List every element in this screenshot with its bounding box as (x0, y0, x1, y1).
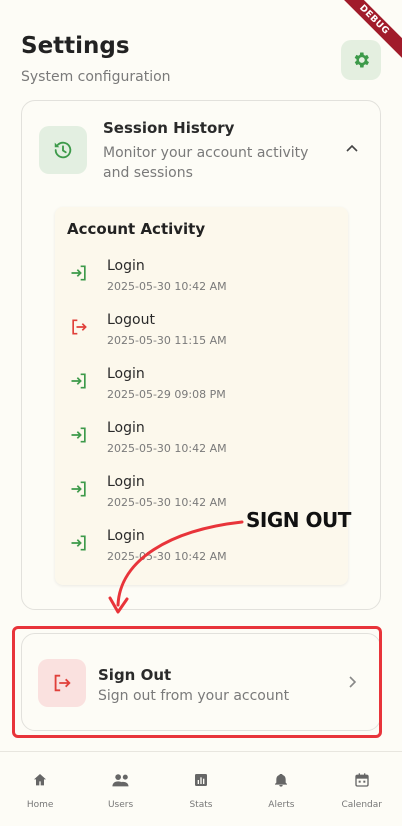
session-history-icon-box (39, 126, 87, 174)
activity-label: Login (107, 420, 145, 436)
stats-icon (166, 772, 236, 790)
session-history-title: Session History (103, 119, 235, 137)
nav-label: Users (107, 800, 134, 810)
bell-icon (246, 772, 316, 790)
login-icon (71, 481, 86, 497)
account-activity-title: Account Activity (67, 220, 206, 238)
activity-label: Login (107, 474, 145, 490)
login-icon (71, 373, 86, 389)
debug-banner-label: DEBUG (333, 0, 402, 61)
annotation-highlight-box (12, 626, 382, 738)
chevron-up-icon (346, 144, 358, 152)
bottom-navigation: Home Users Stats Alerts Calendar (0, 751, 402, 826)
page-subtitle: System configuration (21, 69, 171, 85)
users-icon (86, 772, 156, 790)
activity-time: 2025-05-30 11:15 AM (107, 334, 227, 347)
calendar-icon (327, 772, 397, 790)
activity-item: Login 2025-05-29 09:08 PM (55, 363, 348, 417)
activity-label: Login (107, 258, 145, 274)
history-icon (54, 141, 72, 159)
activity-item: Login 2025-05-30 10:42 AM (55, 417, 348, 471)
login-icon (71, 265, 86, 281)
nav-item-users[interactable]: Users (86, 752, 156, 826)
activity-item: Login 2025-05-30 10:42 AM (55, 525, 348, 579)
activity-label: Login (107, 366, 145, 382)
activity-time: 2025-05-30 10:42 AM (107, 496, 227, 509)
activity-time: 2025-05-30 10:42 AM (107, 550, 227, 563)
annotation-label: SIGN OUT (246, 508, 351, 532)
nav-label: Home (26, 800, 54, 810)
page-title: Settings (21, 33, 130, 59)
nav-item-home[interactable]: Home (5, 752, 75, 826)
activity-time: 2025-05-30 10:42 AM (107, 442, 227, 455)
nav-item-alerts[interactable]: Alerts (246, 752, 316, 826)
nav-item-stats[interactable]: Stats (166, 752, 236, 826)
debug-banner: DEBUG (332, 0, 402, 70)
nav-label: Calendar (341, 800, 382, 810)
logout-icon (72, 319, 87, 335)
session-history-card: Session History Monitor your account act… (21, 100, 381, 610)
activity-label: Logout (107, 312, 155, 328)
activity-label: Login (107, 528, 145, 544)
login-icon (71, 427, 86, 443)
activity-item: Logout 2025-05-30 11:15 AM (55, 309, 348, 363)
nav-label: Stats (189, 800, 213, 810)
session-history-description: Monitor your account activity and sessio… (103, 145, 309, 181)
activity-time: 2025-05-29 09:08 PM (107, 388, 226, 401)
collapse-button[interactable] (344, 141, 360, 161)
login-icon (71, 535, 86, 551)
nav-item-calendar[interactable]: Calendar (327, 752, 397, 826)
nav-label: Alerts (268, 800, 295, 810)
activity-item: Login 2025-05-30 10:42 AM (55, 255, 348, 309)
activity-time: 2025-05-30 10:42 AM (107, 280, 227, 293)
page-header: Settings System configuration (21, 33, 171, 85)
home-icon (5, 772, 75, 790)
